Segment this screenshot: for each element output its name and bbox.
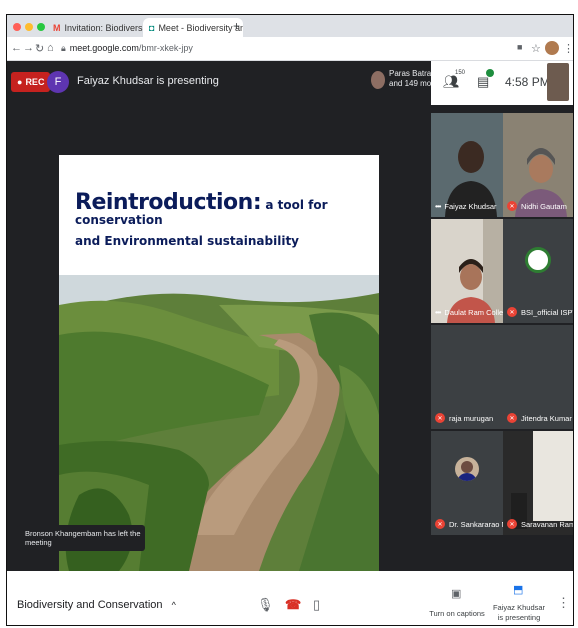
leave-call-icon[interactable]: ☎︎ <box>285 597 301 613</box>
captions-icon[interactable]: ▣ <box>451 587 461 600</box>
camera-permission-icon[interactable]: ■ <box>517 42 522 52</box>
url-host: meet.google.com <box>69 43 139 53</box>
meet-icon: ◘ <box>149 22 155 33</box>
self-view-tile <box>547 63 569 101</box>
participant-tile[interactable]: ✕ BSI_official ISPTE20... <box>503 219 573 323</box>
presenting-banner: Faiyaz Khudsar is presenting <box>77 75 219 87</box>
record-dot-icon: ● <box>17 77 23 87</box>
participant-tile[interactable]: •••Daulat Ram College <box>431 219 503 323</box>
turn-on-captions-button[interactable]: Turn on captions <box>427 609 487 619</box>
participant-tile[interactable]: ✕ Nidhi Gautam <box>503 113 573 217</box>
slide-title-main: Reintroduction: <box>75 190 262 215</box>
participant-label: ✕ BSI_official ISPTE20... <box>507 307 573 317</box>
slide-title-line2: and Environmental sustainability <box>75 233 300 248</box>
participant-label: •••Daulat Ram College <box>435 308 503 317</box>
back-icon[interactable]: ← <box>11 42 22 54</box>
mic-off-icon: ✕ <box>507 201 517 211</box>
browser-window: M Invitation: Biodiversity and Co ✕ ◘ Me… <box>6 14 574 626</box>
participant-name: Saravanan Ramach... <box>521 519 573 529</box>
participant-tile[interactable]: ✕ Saravanan Ramach... <box>503 431 573 535</box>
organization-logo <box>525 247 551 273</box>
participant-tile[interactable]: ••• Faiyaz Khudsar <box>431 113 503 217</box>
top-right-panel: 👥︎ 150 ▤ 4:58 PM <box>431 61 573 105</box>
lock-icon: 🔒︎ <box>61 43 66 53</box>
participant-name: Jitendra Kumar <box>521 413 572 423</box>
mic-off-icon: ✕ <box>507 519 517 529</box>
participant-label: ✕ Saravanan Ramach... <box>507 519 573 529</box>
forward-icon[interactable]: → <box>23 42 34 54</box>
address-bar: ← → ↻ ⌂ 🔒︎ meet.google.com/bmr-xkek-jpy ■… <box>7 37 573 61</box>
chevron-up-icon: ^ <box>171 600 176 610</box>
more-options-icon[interactable]: ⋮ <box>557 595 570 611</box>
gmail-icon: M <box>53 22 61 33</box>
present-icon[interactable]: ⬒ <box>513 583 523 596</box>
camera-icon[interactable]: ▯ <box>313 597 320 613</box>
meet-top-bar: ● REC F Faiyaz Khudsar is presenting Par… <box>7 61 573 105</box>
clock: 4:58 PM <box>505 75 550 89</box>
recording-badge: ● REC <box>11 72 51 92</box>
minimize-window-dot[interactable] <box>25 23 33 31</box>
participant-avatar <box>455 457 479 481</box>
people-icon[interactable]: 👥︎ <box>443 74 460 90</box>
participant-tile[interactable]: ✕ Jitendra Kumar <box>503 325 573 429</box>
bookmark-star-icon[interactable]: ☆ <box>531 42 541 55</box>
mic-off-icon: ✕ <box>507 413 517 423</box>
participant-thumbnail <box>371 71 385 89</box>
presenter-avatar: F <box>47 71 69 93</box>
tab-strip: M Invitation: Biodiversity and Co ✕ ◘ Me… <box>7 15 573 37</box>
reload-icon[interactable]: ↻ <box>35 42 44 55</box>
speaking-indicator-icon: ••• <box>435 308 441 317</box>
meet-bottom-bar: Biodiversity and Conservation ^ 🎙︎ ☎︎ ▯ … <box>7 571 573 625</box>
tab-meet[interactable]: ◘ Meet - Biodiversity and Co ● ✕ <box>143 18 243 37</box>
mic-off-icon: ✕ <box>435 413 445 423</box>
participant-label: ••• Faiyaz Khudsar <box>435 202 497 211</box>
home-icon[interactable]: ⌂ <box>47 42 54 54</box>
rec-label: REC <box>25 77 45 87</box>
presenting-name: Faiyaz Khudsar <box>492 603 546 612</box>
tab-invitation[interactable]: M Invitation: Biodiversity and Co ✕ <box>47 18 143 37</box>
maximize-window-dot[interactable] <box>37 23 45 31</box>
url-field[interactable]: 🔒︎ meet.google.com/bmr-xkek-jpy <box>61 43 193 54</box>
participant-name: Daulat Ram College <box>444 308 503 317</box>
url-path: /bmr-xkek-jpy <box>138 43 193 53</box>
presentation-slide: Reintroduction: a tool for conservation … <box>59 155 379 571</box>
participant-name: Faiyaz Khudsar <box>444 202 497 211</box>
speaking-indicator-icon: ••• <box>435 202 441 211</box>
participant-name: Dr. Sankararao Mud... <box>449 519 503 529</box>
participant-name: Nidhi Gautam <box>521 201 567 211</box>
participant-name: raja murugan <box>449 413 494 423</box>
meeting-name: Biodiversity and Conservation <box>17 599 163 611</box>
left-meeting-toast: Bronson Khangembam has left the meeting <box>17 525 145 551</box>
participant-tile[interactable]: ✕ Dr. Sankararao Mud... <box>431 431 503 535</box>
presenting-status[interactable]: Faiyaz Khudsar is presenting <box>489 603 549 623</box>
mic-off-icon: ✕ <box>435 519 445 529</box>
browser-menu-icon[interactable]: ⋮ <box>563 42 573 55</box>
tab-label: Meet - Biodiversity and Co <box>158 22 243 33</box>
meeting-details-button[interactable]: Biodiversity and Conservation ^ <box>17 599 176 611</box>
participants-count: 150 <box>455 70 466 76</box>
participant-label: ✕ Jitendra Kumar <box>507 413 572 423</box>
mic-off-icon: ✕ <box>507 307 517 317</box>
participant-label: ✕ Nidhi Gautam <box>507 201 567 211</box>
participant-name: BSI_official ISPTE20... <box>521 307 573 317</box>
close-window-dot[interactable] <box>13 23 21 31</box>
participant-tile[interactable]: ✕ raja murugan <box>431 325 503 429</box>
new-tab-button[interactable]: + <box>233 19 240 33</box>
profile-avatar[interactable] <box>545 41 559 55</box>
slide-title: Reintroduction: a tool for conservation … <box>75 191 375 247</box>
tab-label: Invitation: Biodiversity and Co <box>64 22 144 33</box>
participant-label: ✕ Dr. Sankararao Mud... <box>435 519 503 529</box>
chat-badge <box>486 69 494 77</box>
presenting-suffix: is presenting <box>497 613 541 622</box>
participant-label: ✕ raja murugan <box>435 413 493 423</box>
microphone-icon[interactable]: 🎙︎ <box>257 597 274 613</box>
